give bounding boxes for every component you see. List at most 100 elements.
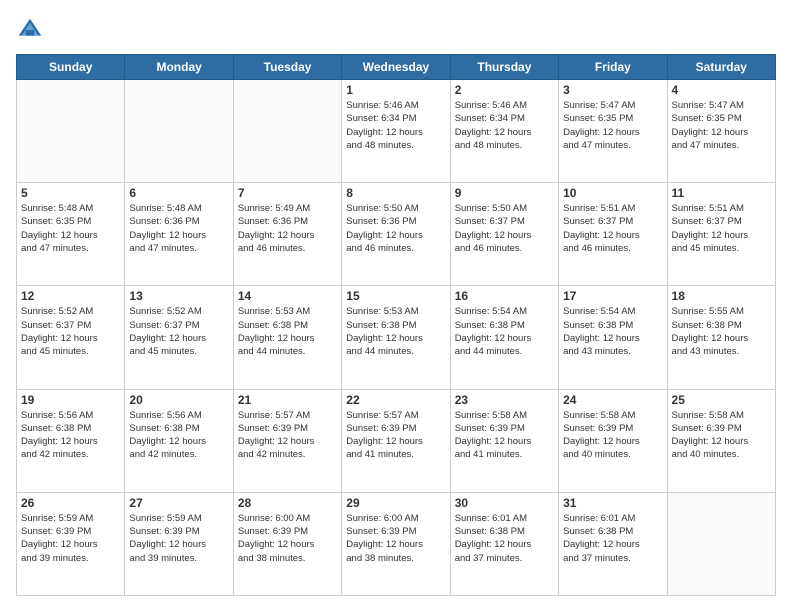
calendar-cell: 17 Sunrise: 5:54 AM Sunset: 6:38 PM Dayli… [559, 286, 667, 389]
calendar-cell: 15 Sunrise: 5:53 AM Sunset: 6:38 PM Dayli… [342, 286, 450, 389]
calendar-cell: 4Sunrise: 5:47 AM Sunset: 6:35 PM Daylig… [667, 80, 775, 183]
calendar-table: SundayMondayTuesdayWednesdayThursdayFrid… [16, 54, 776, 596]
day-info: Sunrise: 5:54 AM Sunset: 6:38 PM Dayligh… [455, 305, 554, 358]
calendar-cell: 26 Sunrise: 5:59 AM Sunset: 6:39 PM Dayli… [17, 492, 125, 595]
day-number: 14 [238, 289, 337, 303]
calendar-cell: 30Sunrise: 6:01 AM Sunset: 6:38 PM Dayli… [450, 492, 558, 595]
day-number: 25 [672, 393, 771, 407]
calendar-cell: 25Sunrise: 5:58 AM Sunset: 6:39 PM Dayli… [667, 389, 775, 492]
calendar-cell: 29Sunrise: 6:00 AM Sunset: 6:39 PM Dayli… [342, 492, 450, 595]
calendar-week-row: 19 Sunrise: 5:56 AM Sunset: 6:38 PM Dayli… [17, 389, 776, 492]
day-number: 1 [346, 83, 445, 97]
day-info: Sunrise: 5:47 AM Sunset: 6:35 PM Dayligh… [672, 99, 771, 152]
calendar-week-row: 5 Sunrise: 5:48 AM Sunset: 6:35 PM Daylig… [17, 183, 776, 286]
day-number: 21 [238, 393, 337, 407]
day-info: Sunrise: 5:56 AM Sunset: 6:38 PM Dayligh… [129, 409, 228, 462]
day-number: 30 [455, 496, 554, 510]
calendar-cell: 20 Sunrise: 5:56 AM Sunset: 6:38 PM Dayli… [125, 389, 233, 492]
calendar-cell: 10Sunrise: 5:51 AM Sunset: 6:37 PM Dayli… [559, 183, 667, 286]
calendar-week-row: 1 Sunrise: 5:46 AM Sunset: 6:34 PM Daylig… [17, 80, 776, 183]
page: SundayMondayTuesdayWednesdayThursdayFrid… [0, 0, 792, 612]
day-info: Sunrise: 5:46 AM Sunset: 6:34 PM Dayligh… [346, 99, 445, 152]
calendar-cell [17, 80, 125, 183]
day-number: 24 [563, 393, 662, 407]
logo [16, 16, 48, 44]
day-info: Sunrise: 5:56 AM Sunset: 6:38 PM Dayligh… [21, 409, 120, 462]
day-number: 7 [238, 186, 337, 200]
calendar-cell: 24 Sunrise: 5:58 AM Sunset: 6:39 PM Dayli… [559, 389, 667, 492]
calendar-cell: 2 Sunrise: 5:46 AM Sunset: 6:34 PM Daylig… [450, 80, 558, 183]
day-number: 16 [455, 289, 554, 303]
calendar-cell [125, 80, 233, 183]
calendar-cell: 16 Sunrise: 5:54 AM Sunset: 6:38 PM Dayli… [450, 286, 558, 389]
calendar-cell: 27 Sunrise: 5:59 AM Sunset: 6:39 PM Dayli… [125, 492, 233, 595]
calendar-cell: 14 Sunrise: 5:53 AM Sunset: 6:38 PM Dayli… [233, 286, 341, 389]
day-number: 27 [129, 496, 228, 510]
day-number: 19 [21, 393, 120, 407]
logo-icon [16, 16, 44, 44]
day-number: 20 [129, 393, 228, 407]
day-number: 12 [21, 289, 120, 303]
day-number: 9 [455, 186, 554, 200]
day-info: Sunrise: 6:00 AM Sunset: 6:39 PM Dayligh… [238, 512, 337, 565]
day-number: 11 [672, 186, 771, 200]
day-info: Sunrise: 5:53 AM Sunset: 6:38 PM Dayligh… [238, 305, 337, 358]
calendar-day-header: Saturday [667, 55, 775, 80]
day-number: 6 [129, 186, 228, 200]
day-info: Sunrise: 5:52 AM Sunset: 6:37 PM Dayligh… [129, 305, 228, 358]
day-number: 28 [238, 496, 337, 510]
calendar-cell: 31 Sunrise: 6:01 AM Sunset: 6:38 PM Dayli… [559, 492, 667, 595]
day-info: Sunrise: 5:48 AM Sunset: 6:35 PM Dayligh… [21, 202, 120, 255]
day-number: 3 [563, 83, 662, 97]
calendar-day-header: Monday [125, 55, 233, 80]
day-info: Sunrise: 6:01 AM Sunset: 6:38 PM Dayligh… [563, 512, 662, 565]
day-info: Sunrise: 5:58 AM Sunset: 6:39 PM Dayligh… [563, 409, 662, 462]
day-number: 5 [21, 186, 120, 200]
calendar-cell [233, 80, 341, 183]
calendar-cell: 12 Sunrise: 5:52 AM Sunset: 6:37 PM Dayli… [17, 286, 125, 389]
day-number: 2 [455, 83, 554, 97]
calendar-cell: 28 Sunrise: 6:00 AM Sunset: 6:39 PM Dayli… [233, 492, 341, 595]
calendar-day-header: Thursday [450, 55, 558, 80]
day-info: Sunrise: 5:54 AM Sunset: 6:38 PM Dayligh… [563, 305, 662, 358]
day-info: Sunrise: 5:53 AM Sunset: 6:38 PM Dayligh… [346, 305, 445, 358]
calendar-cell: 5 Sunrise: 5:48 AM Sunset: 6:35 PM Daylig… [17, 183, 125, 286]
calendar-week-row: 26 Sunrise: 5:59 AM Sunset: 6:39 PM Dayli… [17, 492, 776, 595]
calendar-day-header: Sunday [17, 55, 125, 80]
day-info: Sunrise: 5:59 AM Sunset: 6:39 PM Dayligh… [129, 512, 228, 565]
calendar-week-row: 12 Sunrise: 5:52 AM Sunset: 6:37 PM Dayli… [17, 286, 776, 389]
day-info: Sunrise: 5:46 AM Sunset: 6:34 PM Dayligh… [455, 99, 554, 152]
day-info: Sunrise: 5:57 AM Sunset: 6:39 PM Dayligh… [346, 409, 445, 462]
day-info: Sunrise: 5:51 AM Sunset: 6:37 PM Dayligh… [672, 202, 771, 255]
day-number: 29 [346, 496, 445, 510]
day-number: 17 [563, 289, 662, 303]
day-info: Sunrise: 5:57 AM Sunset: 6:39 PM Dayligh… [238, 409, 337, 462]
day-number: 23 [455, 393, 554, 407]
calendar-day-header: Tuesday [233, 55, 341, 80]
calendar-cell: 23 Sunrise: 5:58 AM Sunset: 6:39 PM Dayli… [450, 389, 558, 492]
day-number: 31 [563, 496, 662, 510]
calendar-day-header: Friday [559, 55, 667, 80]
day-number: 22 [346, 393, 445, 407]
calendar-cell: 22 Sunrise: 5:57 AM Sunset: 6:39 PM Dayli… [342, 389, 450, 492]
day-info: Sunrise: 5:52 AM Sunset: 6:37 PM Dayligh… [21, 305, 120, 358]
calendar-header-row: SundayMondayTuesdayWednesdayThursdayFrid… [17, 55, 776, 80]
day-info: Sunrise: 5:58 AM Sunset: 6:39 PM Dayligh… [455, 409, 554, 462]
calendar-cell: 19 Sunrise: 5:56 AM Sunset: 6:38 PM Dayli… [17, 389, 125, 492]
calendar-cell: 13 Sunrise: 5:52 AM Sunset: 6:37 PM Dayli… [125, 286, 233, 389]
calendar-cell: 9Sunrise: 5:50 AM Sunset: 6:37 PM Daylig… [450, 183, 558, 286]
day-number: 18 [672, 289, 771, 303]
calendar-day-header: Wednesday [342, 55, 450, 80]
day-info: Sunrise: 5:59 AM Sunset: 6:39 PM Dayligh… [21, 512, 120, 565]
day-number: 26 [21, 496, 120, 510]
day-info: Sunrise: 5:47 AM Sunset: 6:35 PM Dayligh… [563, 99, 662, 152]
day-info: Sunrise: 5:48 AM Sunset: 6:36 PM Dayligh… [129, 202, 228, 255]
day-number: 10 [563, 186, 662, 200]
day-number: 15 [346, 289, 445, 303]
calendar-cell [667, 492, 775, 595]
calendar-cell: 7Sunrise: 5:49 AM Sunset: 6:36 PM Daylig… [233, 183, 341, 286]
header [16, 16, 776, 44]
calendar-cell: 1 Sunrise: 5:46 AM Sunset: 6:34 PM Daylig… [342, 80, 450, 183]
calendar-cell: 11 Sunrise: 5:51 AM Sunset: 6:37 PM Dayli… [667, 183, 775, 286]
day-number: 13 [129, 289, 228, 303]
